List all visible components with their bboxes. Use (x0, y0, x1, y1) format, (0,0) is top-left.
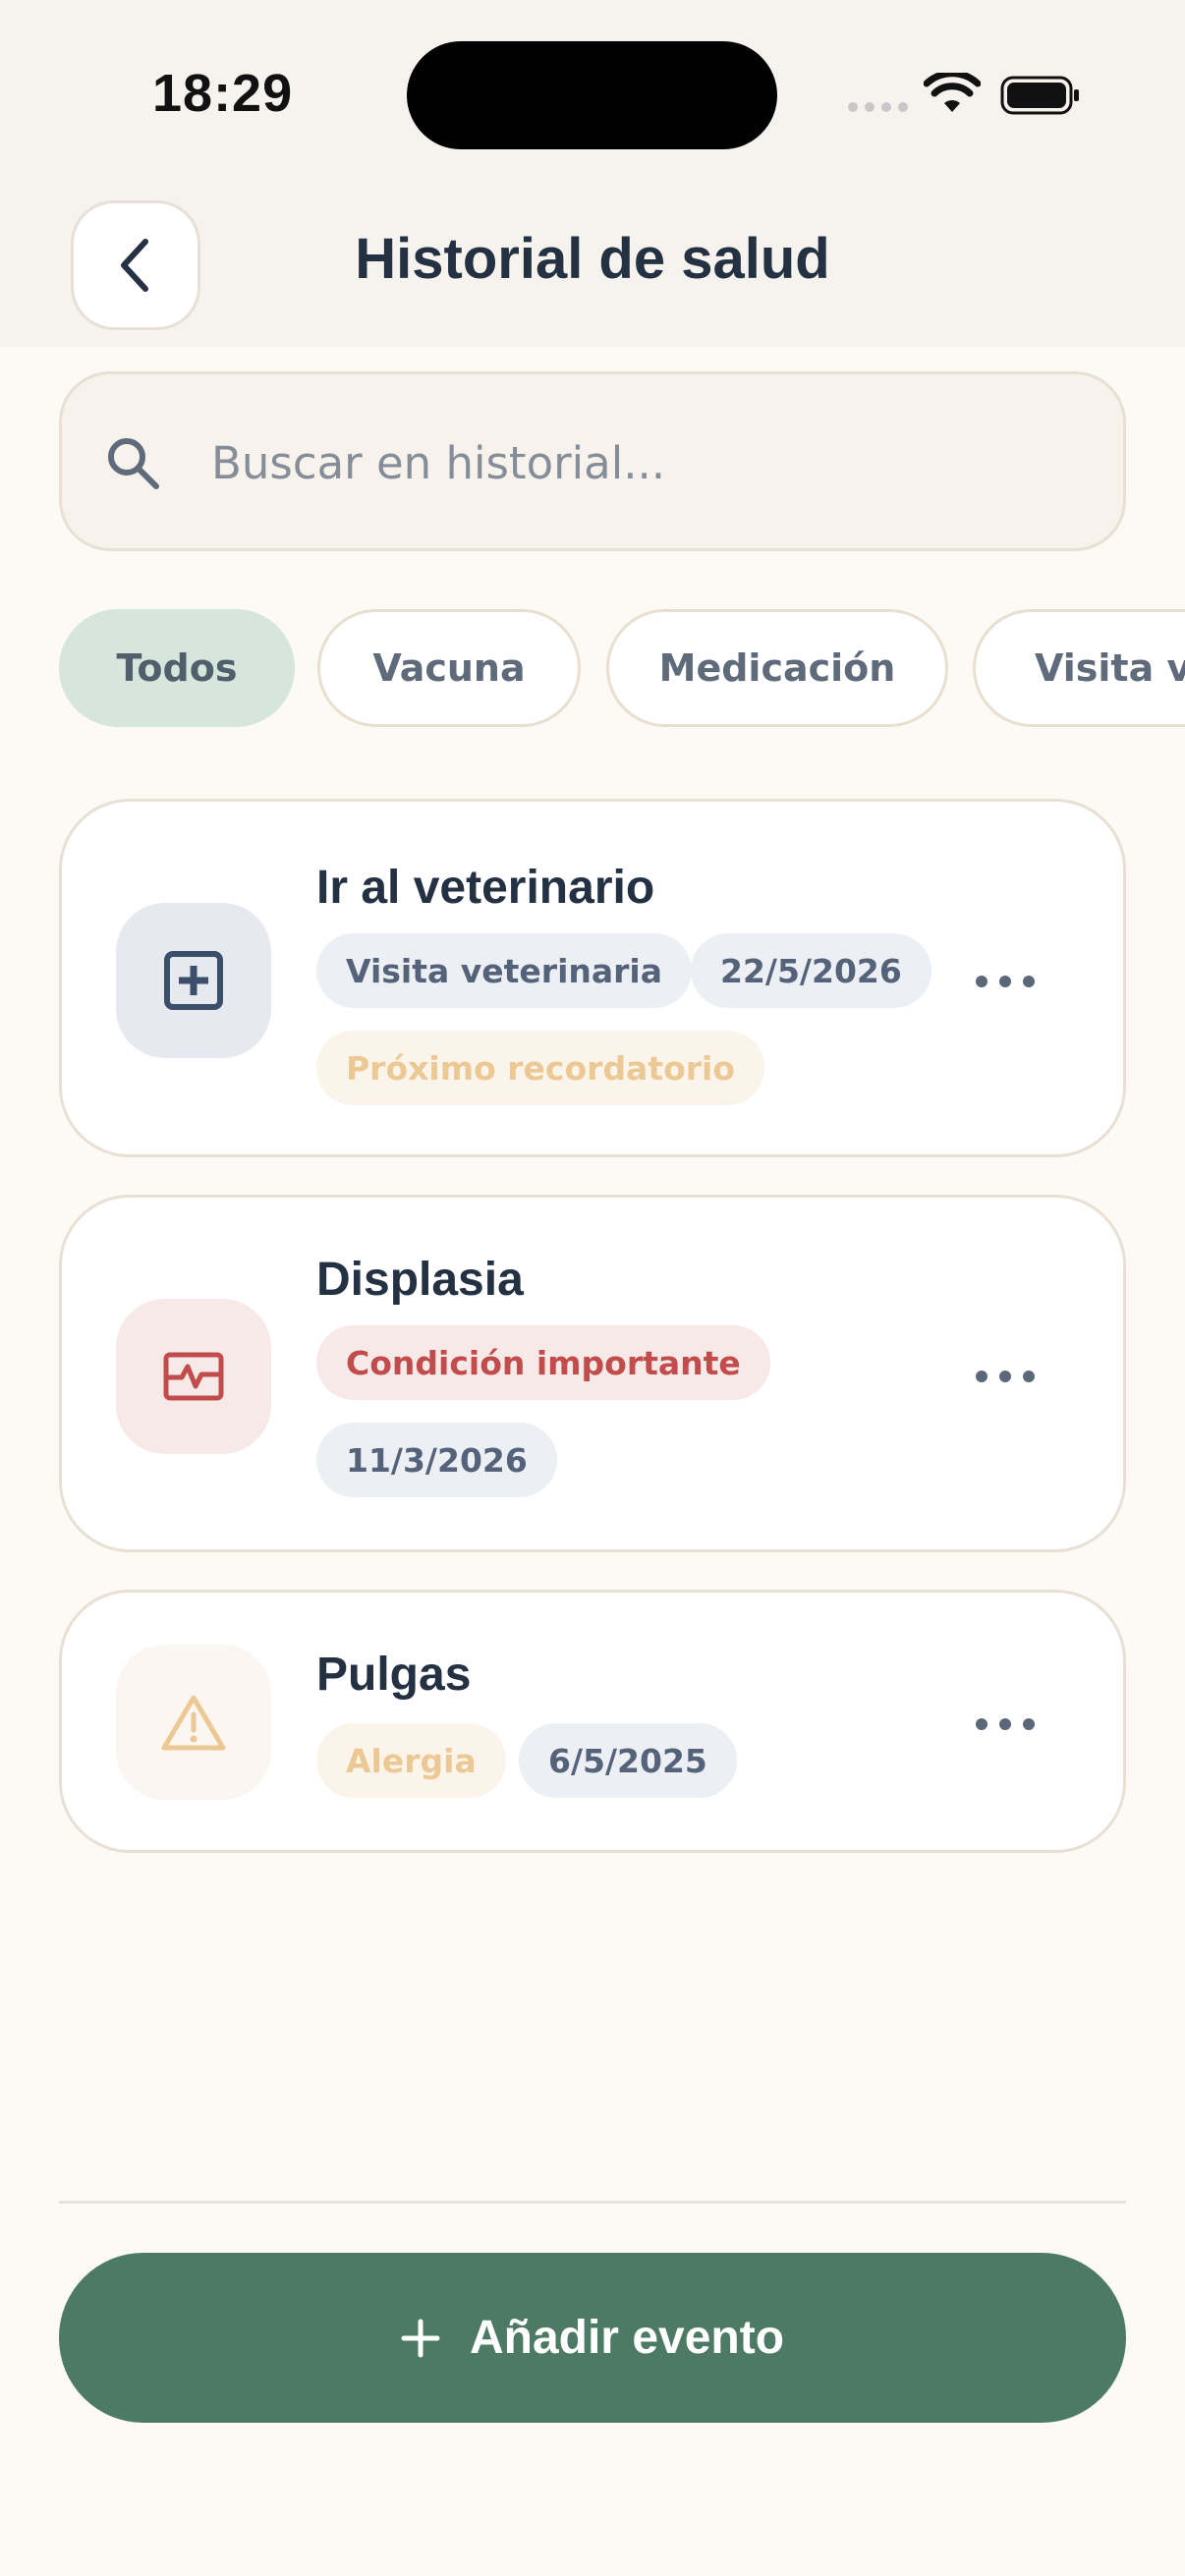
event-type-tag: Visita veterinaria (316, 933, 693, 1008)
dynamic-island (407, 41, 777, 149)
filter-chip-vacuna[interactable]: Vacuna (317, 609, 581, 727)
filter-chips: Todos Vacuna Medicación Visita veterinar… (59, 609, 1185, 729)
event-type-tag: Alergia (316, 1723, 506, 1798)
event-title: Pulgas (316, 1649, 472, 1701)
medical-plus-icon (164, 951, 223, 1010)
more-options-icon[interactable] (976, 962, 1035, 1001)
plus-icon (401, 2319, 440, 2357)
event-icon-container (116, 1299, 271, 1454)
add-event-button[interactable]: Añadir evento (59, 2253, 1126, 2423)
footer-divider (59, 2201, 1126, 2204)
warning-triangle-icon (161, 1695, 226, 1751)
cellular-signal-icon (848, 102, 908, 112)
event-card[interactable]: Pulgas Alergia 6/5/2025 (59, 1590, 1126, 1853)
filter-chip-medicacion[interactable]: Medicación (606, 609, 948, 727)
event-card[interactable]: Displasia Condición importante 11/3/2026 (59, 1195, 1126, 1552)
event-card[interactable]: Ir al veterinario Visita veterinaria 22/… (59, 799, 1126, 1157)
heart-monitor-icon (163, 1352, 224, 1401)
event-date-tag: 11/3/2026 (316, 1423, 557, 1497)
reminder-tag: Próximo recordatorio (316, 1031, 765, 1105)
status-time: 18:29 (152, 64, 294, 123)
more-options-icon[interactable] (976, 1357, 1035, 1396)
page-title: Historial de salud (355, 227, 830, 291)
more-options-icon[interactable] (976, 1705, 1035, 1744)
event-icon-container (116, 1645, 271, 1800)
event-type-tag: Condición importante (316, 1325, 770, 1400)
filter-chip-visita-veterinaria[interactable]: Visita veterinaria (973, 609, 1185, 727)
search-bar[interactable] (59, 371, 1126, 551)
event-date-tag: 22/5/2026 (691, 933, 931, 1008)
event-title: Displasia (316, 1254, 524, 1306)
search-icon (108, 438, 159, 489)
search-input[interactable] (211, 414, 1076, 512)
add-event-label: Añadir evento (469, 2312, 785, 2364)
event-date-tag: 6/5/2025 (519, 1723, 737, 1798)
event-icon-container (116, 903, 271, 1058)
filter-chip-todos[interactable]: Todos (59, 609, 295, 727)
battery-icon (1000, 76, 1079, 115)
wifi-icon (924, 73, 981, 112)
event-title: Ir al veterinario (316, 862, 655, 914)
